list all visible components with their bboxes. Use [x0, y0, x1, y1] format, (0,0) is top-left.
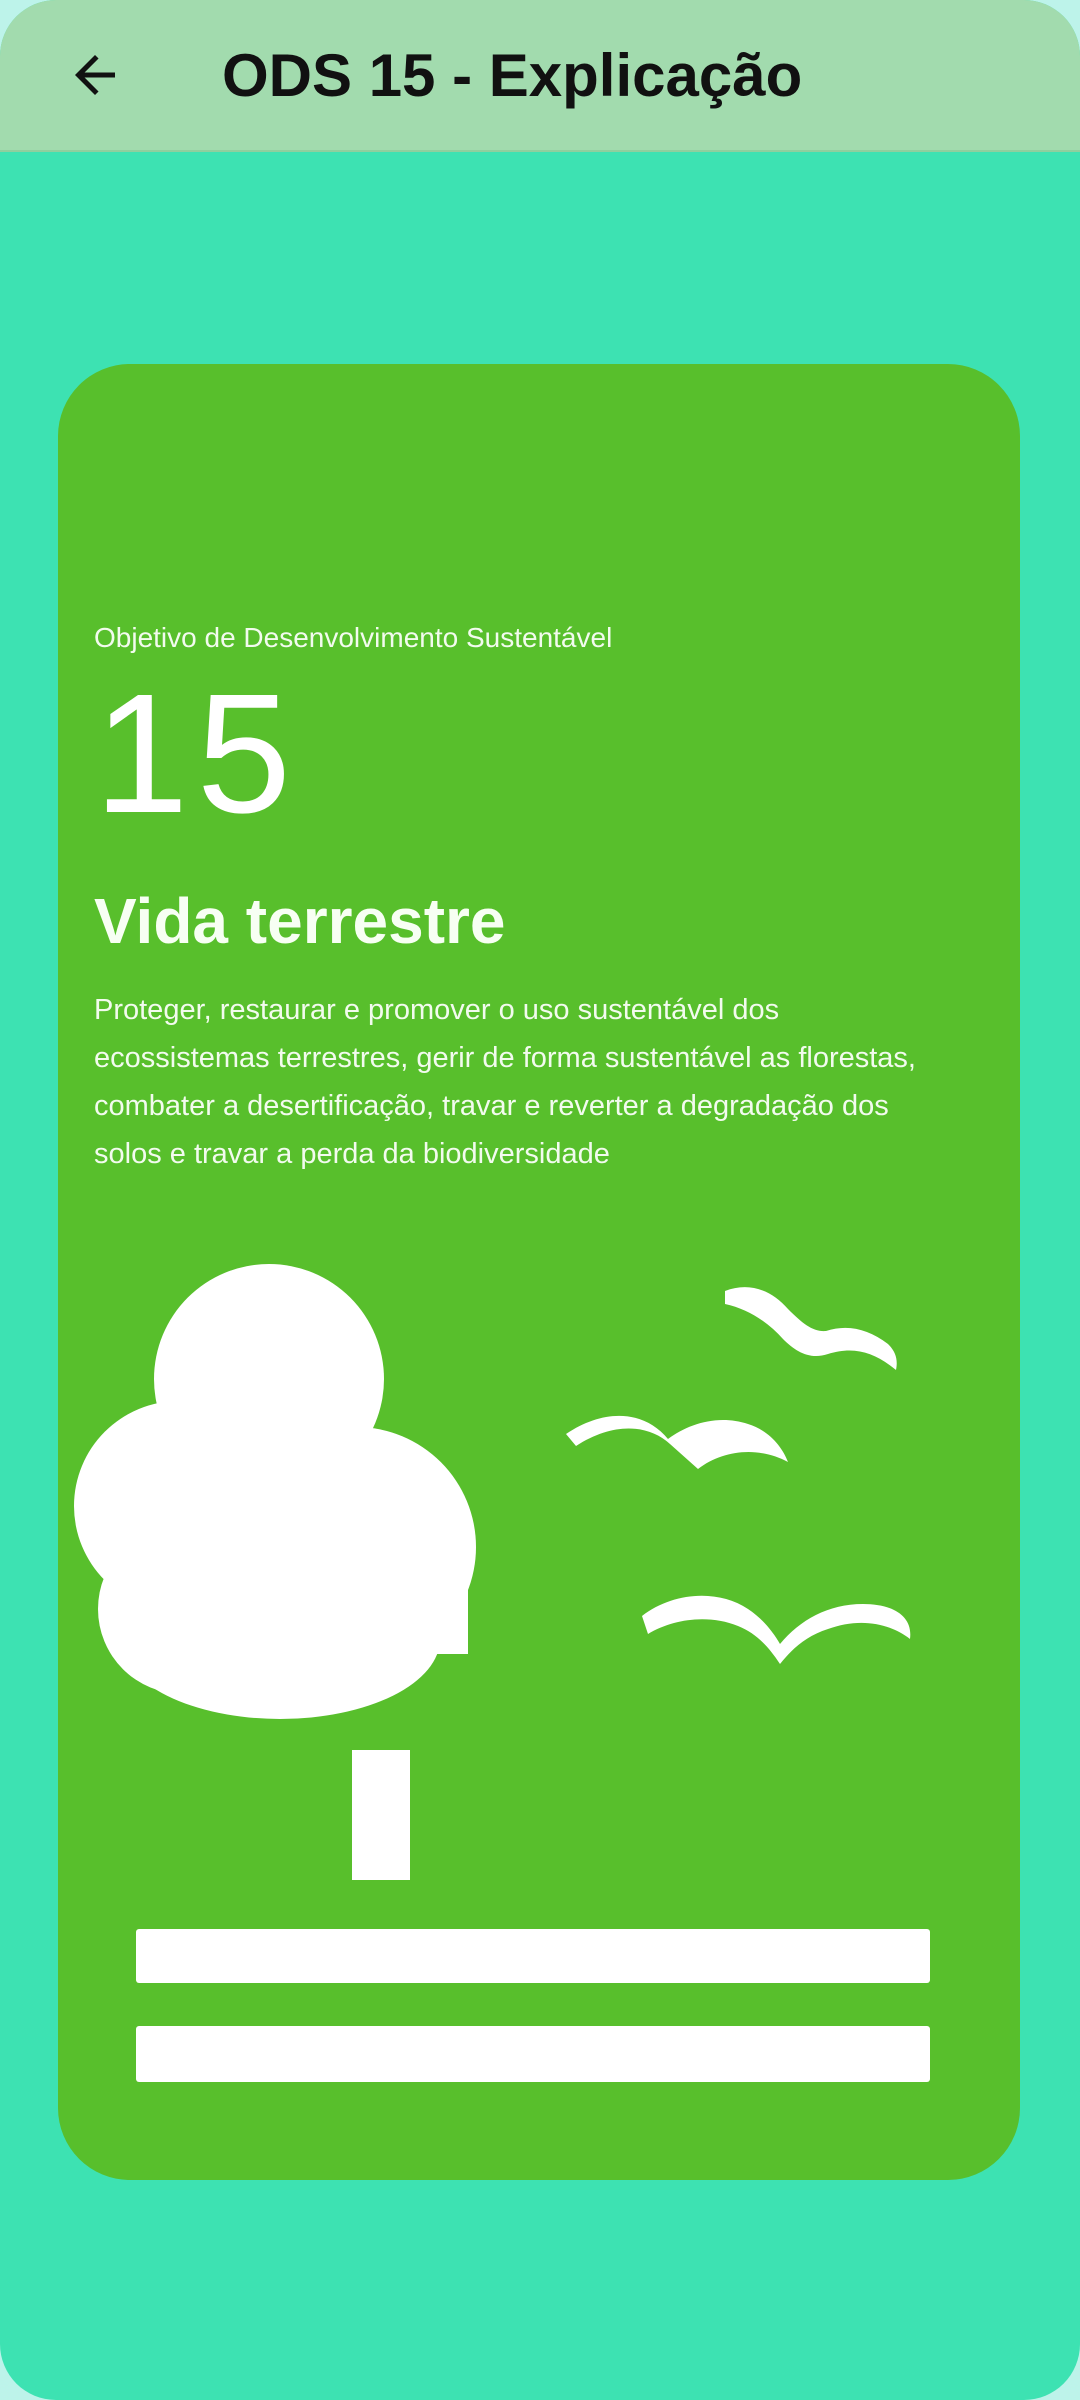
ground-line-icon	[136, 2026, 930, 2082]
tree-trunk-icon	[352, 1750, 410, 1880]
tree-birds-icon	[74, 1264, 930, 2082]
tree-canopy-icon	[74, 1264, 476, 1719]
sdg-card: Objetivo de Desenvolvimento Sustentável …	[58, 364, 1020, 2180]
bird-icon	[642, 1595, 911, 1664]
page-title: ODS 15 - Explicação	[222, 42, 803, 109]
screen: ODS 15 - Explicação Objetivo de Desenvol…	[0, 0, 1080, 2400]
bird-icon	[566, 1415, 788, 1469]
app-bar: ODS 15 - Explicação	[0, 0, 1080, 152]
back-button[interactable]	[50, 35, 140, 115]
arrow-left-icon	[75, 55, 115, 95]
bird-icon	[725, 1287, 897, 1370]
ground-line-icon	[136, 1929, 930, 1983]
